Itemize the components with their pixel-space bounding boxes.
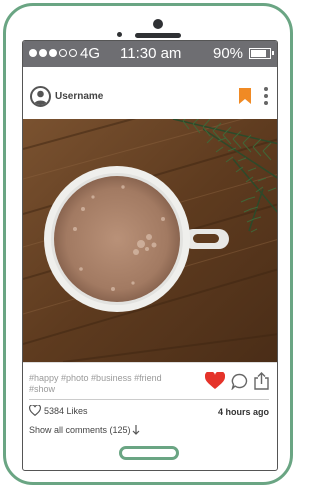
likes-label: 5384 Likes [44,405,88,416]
signal-dot [39,49,47,57]
share-icon[interactable] [254,372,269,395]
network-type: 4G [80,45,101,62]
show-comments-label: Show all comments (125) [29,425,131,435]
phone-screen: 4G 11:30 am 90% Username #happy #photo #… [22,40,278,471]
signal-dot-empty [69,49,77,57]
status-time: 11:30 am [120,45,182,62]
proximity-sensor [117,32,122,37]
battery-icon [249,48,274,59]
signal-strength-icon [29,49,77,57]
post-actions [204,370,269,395]
arrow-down-icon [132,425,139,435]
post-header: Username [23,80,277,116]
comment-icon[interactable] [231,373,248,395]
signal-dot-empty [59,49,67,57]
hashtags-line: #show [29,384,56,394]
show-comments-link[interactable]: Show all comments (125) [29,425,140,435]
signal-dot [49,49,57,57]
heart-icon[interactable] [204,370,226,395]
user-avatar-icon[interactable] [30,86,51,107]
hashtags-line: #happy #photo #business #friend [29,373,162,383]
post-time: 4 hours ago [217,407,269,417]
username[interactable]: Username [55,91,103,102]
more-vertical-icon[interactable] [263,87,269,105]
front-camera [153,19,163,29]
signal-dot [29,49,37,57]
heart-outline-icon [29,405,41,416]
hashtags: #happy #photo #business #friend #show [29,373,169,395]
status-bar: 4G 11:30 am 90% [23,41,277,67]
photo-divider [23,362,277,363]
coffee-cup-photo [23,119,277,362]
earpiece-speaker [135,33,181,38]
battery-nub [272,51,274,55]
home-button[interactable] [119,446,179,460]
likes-count[interactable]: 5384 Likes [29,405,88,416]
battery-percentage: 90% [213,45,244,62]
battery-fill [251,50,267,57]
post-photo[interactable] [23,119,277,362]
bookmark-icon[interactable] [239,88,251,109]
stats-divider [29,399,269,400]
